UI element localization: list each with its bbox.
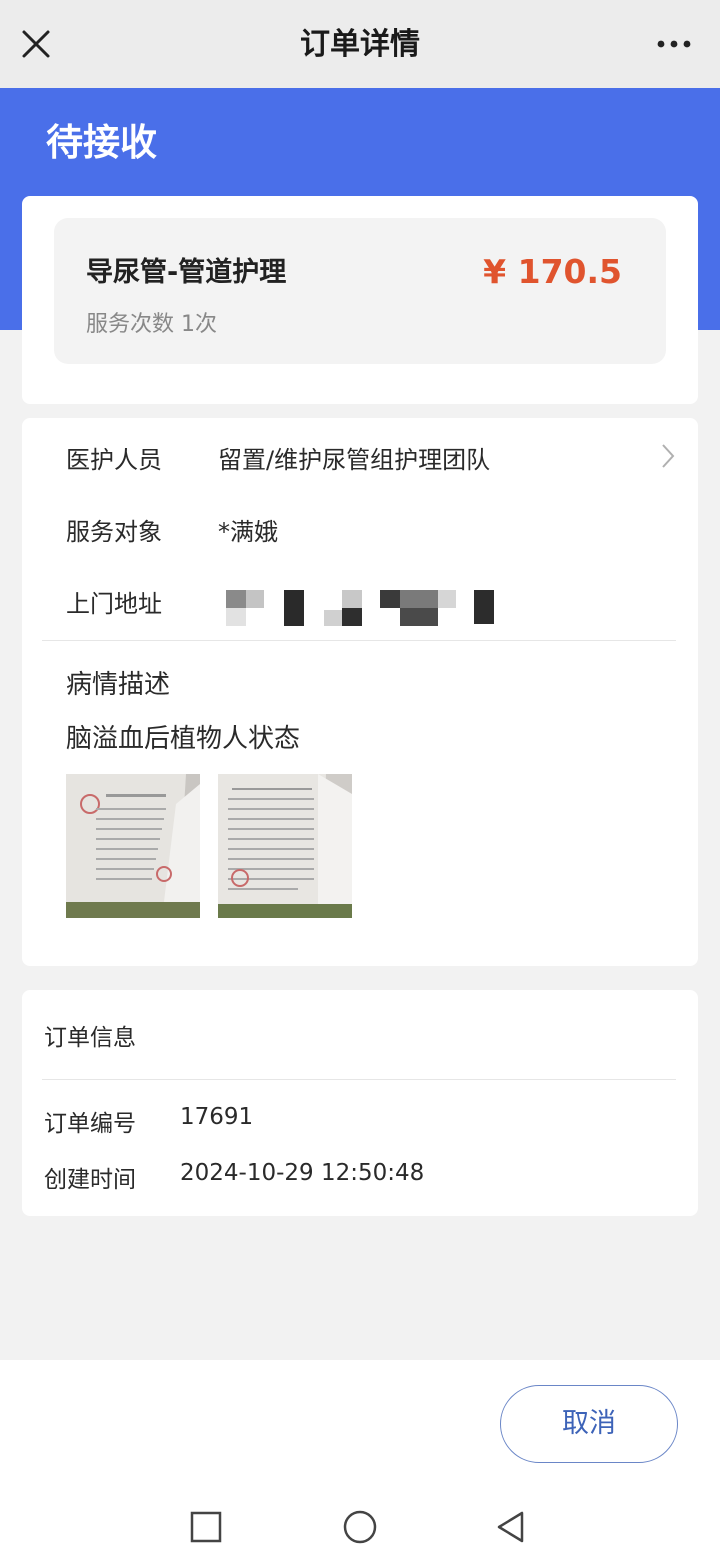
divider: [42, 640, 676, 641]
created-time-value: 2024-10-29 12:50:48: [180, 1160, 425, 1186]
home-icon[interactable]: [338, 1505, 382, 1549]
condition-photo-2[interactable]: [218, 774, 352, 918]
address-label: 上门地址: [66, 590, 162, 618]
order-info-card: 订单信息 订单编号 17691 创建时间 2024-10-29 12:50:48: [22, 990, 698, 1216]
target-value: *满娥: [218, 518, 278, 546]
more-icon[interactable]: [656, 36, 692, 52]
service-summary: 导尿管-管道护理 服务次数 1次 ¥ 170.5: [54, 218, 666, 364]
chevron-right-icon: [660, 442, 676, 470]
recent-apps-icon[interactable]: [184, 1505, 228, 1549]
service-card: 导尿管-管道护理 服务次数 1次 ¥ 170.5: [22, 196, 698, 404]
page-title: 订单详情: [300, 27, 420, 62]
order-number-value: 17691: [180, 1104, 254, 1130]
service-info-card: 医护人员 留置/维护尿管组护理团队 服务对象 *满娥 上门地址 病情描述 脑溢血…: [22, 418, 698, 966]
service-count: 服务次数 1次: [86, 312, 217, 337]
condition-photo-1[interactable]: [66, 774, 200, 918]
cancel-button[interactable]: 取消: [500, 1385, 678, 1463]
service-name: 导尿管-管道护理: [86, 257, 287, 288]
condition-title: 病情描述: [66, 670, 171, 700]
back-icon[interactable]: [490, 1505, 534, 1549]
order-status: 待接收: [46, 121, 157, 164]
divider: [42, 1079, 676, 1080]
created-time-label: 创建时间: [44, 1167, 136, 1193]
order-number-label: 订单编号: [44, 1111, 136, 1137]
staff-value: 留置/维护尿管组护理团队: [218, 446, 491, 474]
condition-description: 脑溢血后植物人状态: [66, 724, 301, 754]
order-info-title: 订单信息: [44, 1025, 136, 1051]
target-label: 服务对象: [66, 518, 162, 546]
service-price: ¥ 170.5: [483, 252, 622, 291]
staff-label: 医护人员: [66, 446, 162, 474]
address-value-redacted: [226, 588, 506, 628]
staff-row[interactable]: 医护人员 留置/维护尿管组护理团队: [22, 418, 698, 492]
